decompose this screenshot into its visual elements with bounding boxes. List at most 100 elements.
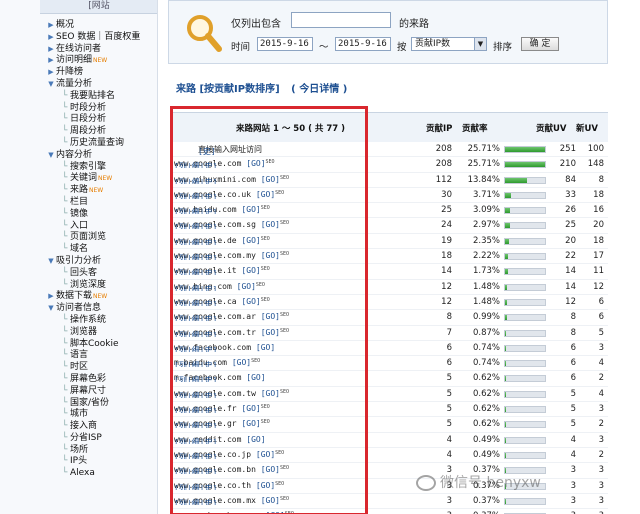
go-link[interactable]: [GO] xyxy=(256,481,275,490)
row-action-links[interactable]: [列|细|史] xyxy=(174,391,217,398)
sidebar-item[interactable]: ▶ 访问明细NEW xyxy=(0,55,157,67)
sidebar-item[interactable]: └ 日段分析 xyxy=(0,114,157,126)
go-link[interactable]: [GO] xyxy=(261,220,280,229)
sidebar-item[interactable]: └ 页面浏览 xyxy=(0,232,157,244)
sidebar-item[interactable]: └ 浏览器 xyxy=(0,327,157,339)
date-from-input[interactable]: 2015-9-16 xyxy=(257,37,313,51)
header-new-uv[interactable]: 新UV xyxy=(576,122,598,134)
sidebar-item[interactable]: └ 脚本Cookie xyxy=(0,339,157,351)
row-action-links[interactable]: [列|细|史] xyxy=(174,268,217,275)
sidebar-item[interactable]: └ 关键词NEW xyxy=(0,173,157,185)
new-uv-cell: 148 xyxy=(587,159,604,170)
row-action-links[interactable]: [列|细|史] xyxy=(174,330,217,337)
sidebar-item[interactable]: └ IP头 xyxy=(0,456,157,468)
today-detail-link[interactable]: ( 今日详情 ) xyxy=(291,84,347,95)
date-to-input[interactable]: 2015-9-16 xyxy=(335,37,391,51)
sidebar-item[interactable]: └ 接入商 xyxy=(0,421,157,433)
header-uv[interactable]: 贡献UV xyxy=(536,122,566,134)
row-action-links[interactable]: [列|细|史] xyxy=(174,345,217,352)
row-action-links[interactable]: [列|细|史] xyxy=(174,406,217,413)
go-link[interactable]: [GO] xyxy=(261,312,280,321)
sort-select[interactable]: 贡献IP数 ▼ xyxy=(411,37,487,51)
sidebar-item[interactable]: ▼ 内容分析 xyxy=(0,150,157,162)
sidebar-item[interactable]: └ 镜像 xyxy=(0,209,157,221)
sidebar-item[interactable]: └ 分省ISP xyxy=(0,433,157,445)
go-link[interactable]: [GO] xyxy=(261,328,280,337)
row-action-links[interactable]: [列|细|史] xyxy=(174,421,217,428)
sidebar-item[interactable]: ▶ SEO 数据｜百度权重 xyxy=(0,32,157,44)
row-action-links[interactable]: [列|细|史] xyxy=(174,467,217,474)
sidebar-item-label: 浏览深度 xyxy=(70,279,107,290)
header-ip[interactable]: 贡献IP xyxy=(426,122,452,134)
sidebar-item[interactable]: └ 浏览深度 xyxy=(0,279,157,292)
sidebar-item[interactable]: └ 来路NEW xyxy=(0,185,157,197)
go-link[interactable]: [GO] xyxy=(241,236,260,245)
sidebar-item[interactable]: └ 时段分析 xyxy=(0,102,157,115)
sidebar-item[interactable]: └ 栏目 xyxy=(0,197,157,209)
sidebar-item[interactable]: ▶ 数据下载NEW xyxy=(0,291,157,303)
row-action-links[interactable]: [史] xyxy=(198,146,216,155)
row-action-links[interactable]: [列|细|史] xyxy=(174,375,217,382)
go-link[interactable]: [GO] xyxy=(261,175,280,184)
row-action-links[interactable]: [列|细|史] xyxy=(174,253,217,260)
go-link[interactable]: [GO] xyxy=(241,266,260,275)
sidebar-item[interactable]: └ 时区 xyxy=(0,362,157,374)
go-link[interactable]: [GO] xyxy=(256,450,275,459)
sidebar-item[interactable]: ▼ 吸引力分析 xyxy=(0,256,157,268)
sidebar-item[interactable]: └ 搜索引擎 xyxy=(0,162,157,174)
include-input[interactable] xyxy=(291,12,391,28)
sidebar-item[interactable]: └ 入口 xyxy=(0,221,157,233)
row-action-links[interactable]: [列|细|史] xyxy=(174,299,217,306)
sidebar-item[interactable]: ▶ 在线访问者 xyxy=(0,44,157,56)
go-link[interactable]: [GO] xyxy=(241,404,260,413)
sidebar-item[interactable]: └ 屏幕色彩 xyxy=(0,374,157,386)
go-link[interactable]: [GO] xyxy=(246,435,265,444)
row-action-links[interactable]: [列|细|史] xyxy=(174,483,217,490)
sidebar-item[interactable]: ▶ 升降榜 xyxy=(0,67,157,79)
go-link[interactable]: [GO] xyxy=(256,190,275,199)
row-action-links[interactable]: [列|细|史] xyxy=(174,452,217,459)
sidebar-item[interactable]: └ 语言 xyxy=(0,350,157,362)
row-action-links[interactable]: [列|细|史] xyxy=(174,207,217,214)
new-uv-cell: 3 xyxy=(598,434,604,445)
go-link[interactable]: [GO] xyxy=(256,343,275,352)
sidebar-item[interactable]: ▶ 概况 xyxy=(0,20,157,32)
go-link[interactable]: [GO] xyxy=(241,419,260,428)
sidebar-item[interactable]: └ 回头客 xyxy=(0,268,157,280)
row-action-links[interactable]: [列|细|史] xyxy=(174,284,217,291)
sidebar-item[interactable]: ▼ 访问者信息 xyxy=(0,303,157,315)
sidebar-item[interactable]: └ 屏幕尺寸 xyxy=(0,386,157,398)
row-action-links[interactable]: [列|细|史] xyxy=(174,360,217,367)
sidebar-item[interactable]: └ 周段分析 xyxy=(0,126,157,138)
go-link[interactable]: [GO] xyxy=(261,389,280,398)
go-link[interactable]: [GO] xyxy=(237,282,256,291)
row-action-links[interactable]: [列|细|史] xyxy=(174,498,217,505)
go-link[interactable]: [GO] xyxy=(261,465,280,474)
go-link[interactable]: [GO] xyxy=(246,373,265,382)
row-action-links[interactable]: [列|细|史] xyxy=(174,314,217,321)
row-action-links[interactable]: [列|细|史] xyxy=(174,177,217,184)
row-action-links[interactable]: [列|细|史] xyxy=(174,161,217,168)
sidebar-item[interactable]: └ 城市 xyxy=(0,409,157,421)
confirm-button[interactable]: 确 定 xyxy=(521,37,559,51)
go-link[interactable]: [GO] xyxy=(232,358,251,367)
tree-branch-icon: └ xyxy=(62,102,68,113)
sidebar-item[interactable]: └ 历史流量查询 xyxy=(0,138,157,150)
header-site[interactable]: 来路网站 1 ～ 50 ( 共 77 ) xyxy=(236,122,345,134)
row-action-links[interactable]: [列|细|史] xyxy=(174,238,217,245)
sidebar-item[interactable]: └ 操作系统 xyxy=(0,315,157,327)
go-link[interactable]: [GO] xyxy=(246,159,265,168)
go-link[interactable]: [GO] xyxy=(241,297,260,306)
go-link[interactable]: [GO] xyxy=(261,251,280,260)
sidebar-item[interactable]: └ 场所 xyxy=(0,445,157,457)
sidebar-item[interactable]: ▼ 流量分析 xyxy=(0,79,157,91)
go-link[interactable]: [GO] xyxy=(241,205,260,214)
go-link[interactable]: [GO] xyxy=(261,496,280,505)
row-action-links[interactable]: [列|细|史] xyxy=(174,437,217,444)
row-action-links[interactable]: [列|细|史] xyxy=(174,192,217,199)
sidebar-item[interactable]: └ Alexa xyxy=(0,468,157,480)
sidebar-item[interactable]: └ 域名 xyxy=(0,244,157,256)
row-action-links[interactable]: [列|细|史] xyxy=(174,222,217,229)
sidebar-item[interactable]: └ 我要贴排名 xyxy=(0,91,157,103)
sidebar-item[interactable]: └ 国家/省份 xyxy=(0,398,157,410)
